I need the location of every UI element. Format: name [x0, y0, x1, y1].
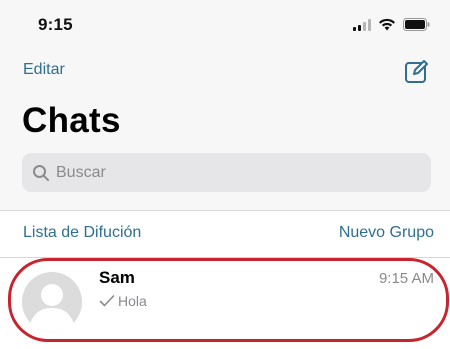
- chat-timestamp: 9:15 AM: [378, 270, 434, 287]
- chat-row[interactable]: Sam 9:15 AM Hola: [0, 258, 450, 349]
- compose-icon[interactable]: [404, 58, 430, 84]
- page-title: Chats: [22, 101, 121, 140]
- chats-screen: 9:15 Editar Chats Buscar Lista de Difuci…: [0, 0, 450, 349]
- edit-button[interactable]: Editar: [23, 61, 65, 79]
- broadcast-lists-link[interactable]: Lista de Difución: [23, 224, 141, 242]
- search-input[interactable]: [56, 163, 396, 182]
- search-bar[interactable]: [22, 153, 431, 192]
- battery-icon: [403, 18, 430, 31]
- cellular-signal-icon: [353, 18, 371, 31]
- wifi-icon: [379, 18, 395, 31]
- single-check-icon: [99, 295, 115, 307]
- status-time: 9:15: [38, 15, 73, 34]
- status-icons: [353, 18, 430, 31]
- avatar[interactable]: [22, 272, 82, 332]
- list-actions: Lista de Difución Nuevo Grupo: [0, 211, 450, 257]
- last-message: Hola: [118, 293, 147, 309]
- search-icon: [33, 164, 49, 181]
- new-group-link[interactable]: Nuevo Grupo: [339, 224, 434, 242]
- chat-preview: Hola: [99, 293, 147, 309]
- default-avatar-icon: [22, 272, 82, 332]
- chat-name: Sam: [99, 268, 135, 287]
- chat-list: Sam 9:15 AM Hola: [0, 258, 450, 349]
- status-bar: 9:15: [0, 0, 450, 50]
